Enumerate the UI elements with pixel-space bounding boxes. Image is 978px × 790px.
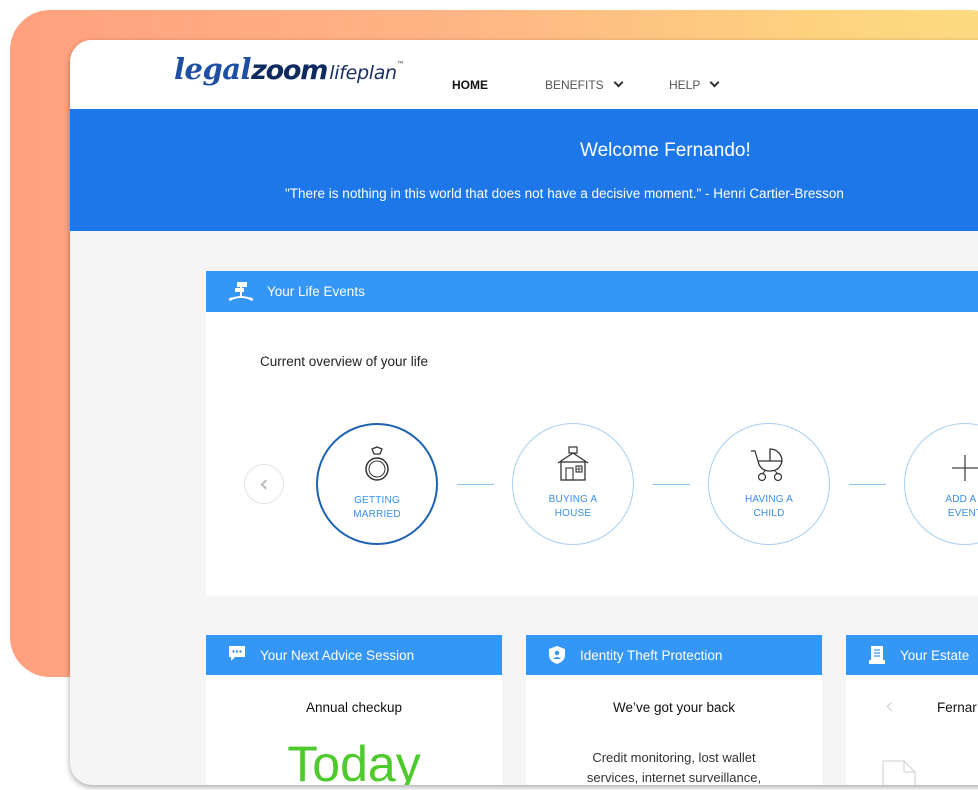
nav-home[interactable]: HOME (452, 78, 488, 92)
life-overview-subtitle: Current overview of your life (260, 354, 429, 369)
life-events-card: Your Life Events Current overview of you… (206, 271, 978, 596)
identity-theft-card[interactable]: Identity Theft Protection We’ve got your… (526, 635, 822, 785)
welcome-banner: Welcome Fernando! "There is nothing in t… (70, 109, 978, 231)
event-label-line2: HOUSE (554, 508, 592, 519)
top-navigation-bar: legalzoom lifeplan™ HOME BENEFITS HELP (70, 40, 978, 109)
timeline-connector (849, 484, 886, 485)
advice-session-card[interactable]: Your Next Advice Session Annual checkup … (206, 635, 502, 785)
estate-title: Your Estate (900, 648, 970, 663)
advice-session-header: Your Next Advice Session (206, 635, 502, 675)
nav-home-label: HOME (452, 78, 488, 92)
welcome-quote: "There is nothing in this world that doe… (285, 186, 844, 201)
advice-session-date: Today (287, 736, 421, 785)
event-label-line2: CHILD (753, 508, 785, 519)
nav-benefits-label: BENEFITS (545, 78, 604, 92)
advice-session-title: Your Next Advice Session (260, 648, 415, 663)
chevron-left-icon (260, 479, 271, 490)
logo-lifeplan: lifeplan (329, 62, 397, 84)
event-label-line2: MARRIED (353, 509, 401, 520)
chat-bubble-icon (228, 645, 246, 667)
welcome-title: Welcome Fernando! (580, 140, 751, 161)
estate-owner-name: Fernar (937, 700, 977, 715)
chevron-down-icon (709, 77, 720, 88)
shield-icon (548, 645, 566, 669)
ring-icon (318, 446, 436, 488)
plus-icon (905, 445, 978, 487)
event-label: BUYING A HOUSE (513, 493, 633, 521)
life-events-title: Your Life Events (267, 284, 365, 299)
event-label-line1: BUYING A (548, 494, 598, 505)
event-having-child[interactable]: HAVING A CHILD (708, 423, 830, 545)
timeline-connector (457, 484, 494, 485)
carousel-prev-button[interactable] (244, 464, 284, 504)
life-events-header: Your Life Events (206, 271, 978, 312)
logo-trademark: ™ (396, 60, 405, 69)
identity-description-line2: services, internet surveillance, (586, 770, 762, 785)
stroller-icon (709, 445, 829, 487)
event-label-line1: HAVING A (744, 494, 794, 505)
house-icon (513, 445, 633, 487)
identity-description-line1: Credit monitoring, lost wallet (592, 750, 756, 765)
advice-session-name: Annual checkup (305, 700, 403, 715)
nav-help-label: HELP (669, 78, 701, 92)
event-label-line1: ADD A L (945, 494, 978, 505)
signpost-icon (228, 280, 254, 306)
event-buying-house[interactable]: BUYING A HOUSE (512, 423, 634, 545)
logo-legal: legal (174, 52, 252, 86)
event-getting-married[interactable]: GETTING MARRIED (316, 423, 438, 545)
chevron-left-icon[interactable] (886, 701, 897, 712)
event-label: ADD A L EVENT (905, 493, 978, 521)
estate-header: Your Estate (846, 635, 978, 675)
event-label: GETTING MARRIED (318, 494, 436, 522)
event-label-line1: GETTING (354, 495, 400, 506)
document-icon (882, 760, 916, 785)
legalzoom-lifeplan-logo[interactable]: legalzoom lifeplan™ (174, 52, 405, 86)
event-label-line2: EVENT (947, 508, 978, 519)
identity-theft-header: Identity Theft Protection (526, 635, 822, 675)
scroll-document-icon (868, 645, 886, 669)
nav-help[interactable]: HELP (669, 77, 720, 92)
event-label: HAVING A CHILD (709, 493, 829, 521)
nav-benefits[interactable]: BENEFITS (545, 77, 624, 92)
app-window: legalzoom lifeplan™ HOME BENEFITS HELP We… (70, 40, 978, 785)
identity-theft-title: Identity Theft Protection (580, 648, 723, 663)
logo-zoom: zoom (251, 55, 328, 86)
identity-theft-description: Credit monitoring, lost wallet services,… (546, 748, 802, 785)
chevron-down-icon (613, 77, 624, 88)
estate-card[interactable]: Your Estate Fernar (846, 635, 978, 785)
timeline-connector (653, 484, 690, 485)
identity-theft-tagline: We’ve got your back (612, 700, 736, 715)
event-add-life-event[interactable]: ADD A L EVENT (904, 423, 978, 545)
